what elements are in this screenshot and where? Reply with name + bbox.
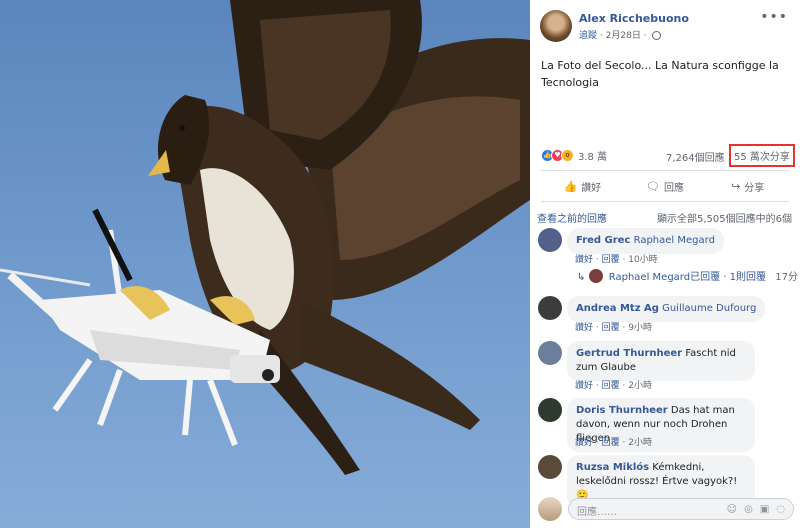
comment-reply-link[interactable]: 回覆 <box>602 438 620 448</box>
comment-time[interactable]: 2小時 <box>628 438 652 448</box>
commenter-name[interactable]: Doris Thurnheer <box>576 405 668 416</box>
comments-shown-count: 顯示全部5,505個回應中的6個 <box>657 214 792 225</box>
share-count[interactable]: 55 萬次分享 <box>729 144 795 167</box>
commenter-avatar[interactable] <box>538 455 562 479</box>
comment-actions: 讚好 · 回覆 · 2小時 <box>575 438 652 448</box>
post-date[interactable]: 2月28日 <box>606 31 641 41</box>
comment-input-placeholder: 回應…… <box>577 507 617 518</box>
comment-like-link[interactable]: 讚好 <box>575 438 593 448</box>
comment-actions: 讚好 · 回覆 · 10小時 <box>575 255 658 265</box>
more-options-button[interactable]: ••• <box>760 9 788 25</box>
comment-text[interactable]: Raphael Megard <box>634 235 715 246</box>
comment-like-link[interactable]: 讚好 <box>575 381 593 391</box>
meta-separator-2: · <box>643 31 647 41</box>
commenter-name[interactable]: Andrea Mtz Ag <box>576 303 659 314</box>
comment-like-link[interactable]: 讚好 <box>575 323 593 333</box>
current-user-avatar <box>538 497 562 521</box>
post-side-panel: Alex Ricchebuono 追蹤 · 2月28日 · ••• La Fot… <box>530 0 800 528</box>
gif-icon[interactable]: ▣ <box>760 504 769 515</box>
emoji-icon[interactable]: ☺ <box>727 504 737 515</box>
comment-actions: 讚好 · 回覆 · 2小時 <box>575 381 652 391</box>
action-bar: 👍 讚好 🗨 回應 ↪ 分享 <box>541 170 789 202</box>
author-name[interactable]: Alex Ricchebuono <box>579 12 689 25</box>
comment-time[interactable]: 9小時 <box>628 323 652 333</box>
sticker-icon[interactable]: ◌ <box>776 504 785 515</box>
commenter-avatar[interactable] <box>538 296 562 320</box>
reply-arrow-icon: ↳ <box>577 272 586 283</box>
reaction-count: 3.8 萬 <box>578 151 608 163</box>
comment-label: 回應 <box>663 182 684 194</box>
comment-composer: 回應…… ☺ ◎ ▣ ◌ <box>538 496 796 522</box>
like-button[interactable]: 👍 讚好 <box>541 171 624 201</box>
commenter-name[interactable]: Gertrud Thurnheer <box>576 348 682 359</box>
comment-count[interactable]: 7,264個回應 <box>666 149 725 164</box>
replied-label: 已回覆 <box>690 272 721 283</box>
thumbs-up-icon: 👍 <box>563 179 578 193</box>
comment-button[interactable]: 🗨 回應 <box>624 171 707 201</box>
post-text: La Foto del Secolo... La Natura sconfigg… <box>541 59 779 89</box>
meta-separator: · <box>599 31 603 41</box>
comment-bubble: Fred Grec Raphael Megard <box>567 228 724 254</box>
reactions-summary[interactable]: 👍 ♥ o 3.8 萬 <box>541 147 607 163</box>
commenter-avatar[interactable] <box>538 398 562 422</box>
replier-name[interactable]: Raphael Megard <box>609 272 690 283</box>
comment-reply-link[interactable]: 回覆 <box>602 255 620 265</box>
comment-bubble: Andrea Mtz Ag Guillaume Dufourg <box>567 296 766 322</box>
commenter-name[interactable]: Fred Grec <box>576 235 630 246</box>
comment-actions: 讚好 · 回覆 · 9小時 <box>575 323 652 333</box>
wow-reaction-icon: o <box>561 148 574 162</box>
composer-icons: ☺ ◎ ▣ ◌ <box>727 504 785 515</box>
share-button[interactable]: ↪ 分享 <box>706 171 789 201</box>
comment-like-link[interactable]: 讚好 <box>575 255 593 265</box>
comment-text[interactable]: Guillaume Dufourg <box>662 303 756 314</box>
commenter-avatar[interactable] <box>538 341 562 365</box>
speech-bubble-icon: 🗨 <box>646 179 660 193</box>
comment-reply-link[interactable]: 回覆 <box>602 381 620 391</box>
comment-input[interactable]: 回應…… ☺ ◎ ▣ ◌ <box>568 498 794 520</box>
eagle-drone-image <box>0 0 530 475</box>
post-meta: 追蹤 · 2月28日 · <box>579 28 662 41</box>
share-label: 分享 <box>744 182 765 194</box>
reply-separator: · <box>723 272 727 283</box>
comment-reply-link[interactable]: 回覆 <box>602 323 620 333</box>
comment-time[interactable]: 2小時 <box>628 381 652 391</box>
reply-thread-link[interactable]: ↳ Raphael Megard已回覆 · 1則回覆 17分 <box>577 268 798 283</box>
replier-avatar <box>588 269 603 283</box>
like-label: 讚好 <box>581 182 602 194</box>
author-avatar[interactable] <box>540 10 572 42</box>
globe-icon <box>652 31 662 40</box>
commenter-avatar[interactable] <box>538 228 562 252</box>
share-arrow-icon: ↪ <box>731 179 741 193</box>
comment-bubble: Gertrud Thurnheer Fascht nid zum Glaube <box>567 341 755 381</box>
post-photo[interactable] <box>0 0 530 528</box>
follow-link[interactable]: 追蹤 <box>579 31 597 41</box>
view-previous-comments-link[interactable]: 查看之前的回應 <box>537 210 607 225</box>
reply-time: 17分 <box>775 272 798 283</box>
comment-time[interactable]: 10小時 <box>628 255 657 265</box>
commenter-name[interactable]: Ruzsa Miklós <box>576 462 649 473</box>
reply-count[interactable]: 1則回覆 <box>730 272 766 283</box>
camera-icon[interactable]: ◎ <box>744 504 753 515</box>
